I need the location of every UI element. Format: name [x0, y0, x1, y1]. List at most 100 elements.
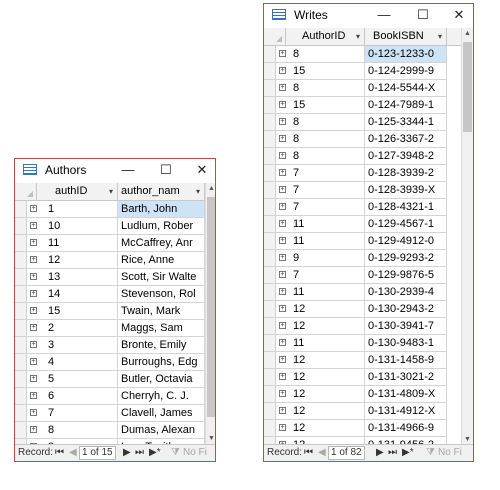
- expand-subdatasheet-icon[interactable]: +: [279, 101, 286, 108]
- column-header-bookisbn[interactable]: BookISBN ▾: [365, 28, 447, 45]
- table-row[interactable]: +8 0-125-3344-1: [264, 114, 447, 131]
- table-cell-value[interactable]: 0-125-3344-1: [365, 114, 447, 130]
- table-cell-id[interactable]: 12: [290, 352, 365, 368]
- record-selector[interactable]: [264, 233, 276, 249]
- table-cell-id[interactable]: 14: [45, 286, 118, 302]
- table-cell-value[interactable]: 0-130-2943-2: [365, 301, 447, 317]
- expand-subdatasheet-icon[interactable]: +: [30, 290, 37, 297]
- scrollbar-thumb[interactable]: [207, 197, 215, 417]
- record-selector[interactable]: [15, 218, 27, 234]
- table-cell-value[interactable]: Rice, Anne: [118, 252, 205, 268]
- filter-status[interactable]: No Fi: [438, 445, 462, 461]
- expand-subdatasheet-icon[interactable]: +: [30, 239, 37, 246]
- table-cell-id[interactable]: 13: [45, 269, 118, 285]
- table-cell-id[interactable]: 15: [290, 63, 365, 79]
- record-selector[interactable]: [264, 301, 276, 317]
- expand-subdatasheet-icon[interactable]: +: [279, 322, 286, 329]
- table-cell-id[interactable]: 8: [290, 80, 365, 96]
- select-all-corner[interactable]: [264, 28, 286, 45]
- expand-subdatasheet-icon[interactable]: +: [279, 203, 286, 210]
- expand-subdatasheet-icon[interactable]: +: [279, 424, 286, 431]
- table-cell-value[interactable]: 0-124-2999-9: [365, 63, 447, 79]
- table-row[interactable]: +11 0-130-9483-1: [264, 335, 447, 352]
- expand-subdatasheet-icon[interactable]: +: [279, 84, 286, 91]
- minimize-button[interactable]: —: [371, 5, 397, 25]
- expand-subdatasheet-icon[interactable]: +: [279, 271, 286, 278]
- table-row[interactable]: +11 0-129-4912-0: [264, 233, 447, 250]
- sort-dropdown-icon[interactable]: ▾: [438, 28, 442, 45]
- last-record-button[interactable]: ⏭: [135, 445, 144, 461]
- record-selector[interactable]: [15, 235, 27, 251]
- table-row[interactable]: +8 0-124-5544-X: [264, 80, 447, 97]
- record-selector[interactable]: [264, 46, 276, 62]
- table-cell-value[interactable]: 0-130-2939-4: [365, 284, 447, 300]
- maximize-button[interactable]: ☐: [410, 5, 436, 25]
- expand-subdatasheet-icon[interactable]: +: [279, 288, 286, 295]
- expand-subdatasheet-icon[interactable]: +: [30, 341, 37, 348]
- table-cell-value[interactable]: 0-128-3939-X: [365, 182, 447, 198]
- record-selector[interactable]: [15, 354, 27, 370]
- table-row[interactable]: +12 Rice, Anne: [15, 252, 205, 269]
- expand-subdatasheet-icon[interactable]: +: [279, 339, 286, 346]
- table-cell-value[interactable]: Ludlum, Rober: [118, 218, 205, 234]
- table-row[interactable]: +4 Burroughs, Edg: [15, 354, 205, 371]
- table-cell-value[interactable]: Bronte, Emily: [118, 337, 205, 353]
- next-record-button[interactable]: ▶: [376, 445, 384, 461]
- sort-dropdown-icon[interactable]: ▾: [356, 28, 360, 45]
- table-cell-value[interactable]: Cherryh, C. J.: [118, 388, 205, 404]
- record-selector[interactable]: [264, 352, 276, 368]
- record-selector[interactable]: [15, 201, 27, 217]
- table-cell-value[interactable]: 0-131-4966-9: [365, 420, 447, 436]
- expand-subdatasheet-icon[interactable]: +: [279, 356, 286, 363]
- filter-status[interactable]: No Fi: [183, 445, 207, 461]
- table-cell-value[interactable]: 0-128-4321-1: [365, 199, 447, 215]
- table-row[interactable]: +1 Barth, John: [15, 201, 205, 218]
- table-cell-id[interactable]: 7: [290, 267, 365, 283]
- table-cell-id[interactable]: 12: [45, 252, 118, 268]
- table-cell-id[interactable]: 2: [45, 320, 118, 336]
- record-selector[interactable]: [264, 63, 276, 79]
- table-cell-id[interactable]: 12: [290, 386, 365, 402]
- table-cell-value[interactable]: Maggs, Sam: [118, 320, 205, 336]
- select-all-corner[interactable]: [15, 183, 37, 200]
- expand-subdatasheet-icon[interactable]: +: [279, 254, 286, 261]
- table-cell-value[interactable]: 0-124-5544-X: [365, 80, 447, 96]
- table-row[interactable]: +12 0-131-1458-9: [264, 352, 447, 369]
- authors-vertical-scrollbar[interactable]: ▲ ▼: [205, 183, 215, 445]
- sort-dropdown-icon[interactable]: ▾: [109, 183, 113, 200]
- table-cell-id[interactable]: 12: [290, 403, 365, 419]
- table-row[interactable]: +3 Bronte, Emily: [15, 337, 205, 354]
- table-row[interactable]: +7 0-129-9876-5: [264, 267, 447, 284]
- expand-subdatasheet-icon[interactable]: +: [30, 358, 37, 365]
- table-cell-id[interactable]: 6: [45, 388, 118, 404]
- record-selector[interactable]: [264, 97, 276, 113]
- table-cell-id[interactable]: 11: [45, 235, 118, 251]
- record-selector[interactable]: [15, 269, 27, 285]
- close-button[interactable]: ✕: [189, 160, 215, 180]
- table-cell-value[interactable]: 0-124-7989-1: [365, 97, 447, 113]
- last-record-button[interactable]: ⏭: [388, 445, 397, 461]
- expand-subdatasheet-icon[interactable]: +: [30, 205, 37, 212]
- record-selector[interactable]: [15, 286, 27, 302]
- table-row[interactable]: +7 0-128-4321-1: [264, 199, 447, 216]
- table-row[interactable]: +12 0-131-4809-X: [264, 386, 447, 403]
- expand-subdatasheet-icon[interactable]: +: [279, 50, 286, 57]
- table-row[interactable]: +8 0-123-1233-0: [264, 46, 447, 63]
- table-cell-value[interactable]: Barth, John: [118, 201, 205, 217]
- minimize-button[interactable]: —: [115, 160, 141, 180]
- table-cell-value[interactable]: 0-129-4912-0: [365, 233, 447, 249]
- record-selector[interactable]: [264, 420, 276, 436]
- table-cell-value[interactable]: 0-131-3021-2: [365, 369, 447, 385]
- record-selector[interactable]: [15, 371, 27, 387]
- table-row[interactable]: +8 Dumas, Alexan: [15, 422, 205, 439]
- table-cell-id[interactable]: 3: [45, 337, 118, 353]
- table-row[interactable]: +15 0-124-7989-1: [264, 97, 447, 114]
- table-cell-value[interactable]: Twain, Mark: [118, 303, 205, 319]
- table-cell-value[interactable]: 0-128-3939-2: [365, 165, 447, 181]
- record-selector[interactable]: [264, 148, 276, 164]
- column-header-authorid[interactable]: AuthorID ▾: [286, 28, 365, 45]
- table-row[interactable]: +12 0-131-4912-X: [264, 403, 447, 420]
- record-selector[interactable]: [264, 80, 276, 96]
- expand-subdatasheet-icon[interactable]: +: [279, 237, 286, 244]
- record-selector[interactable]: [264, 403, 276, 419]
